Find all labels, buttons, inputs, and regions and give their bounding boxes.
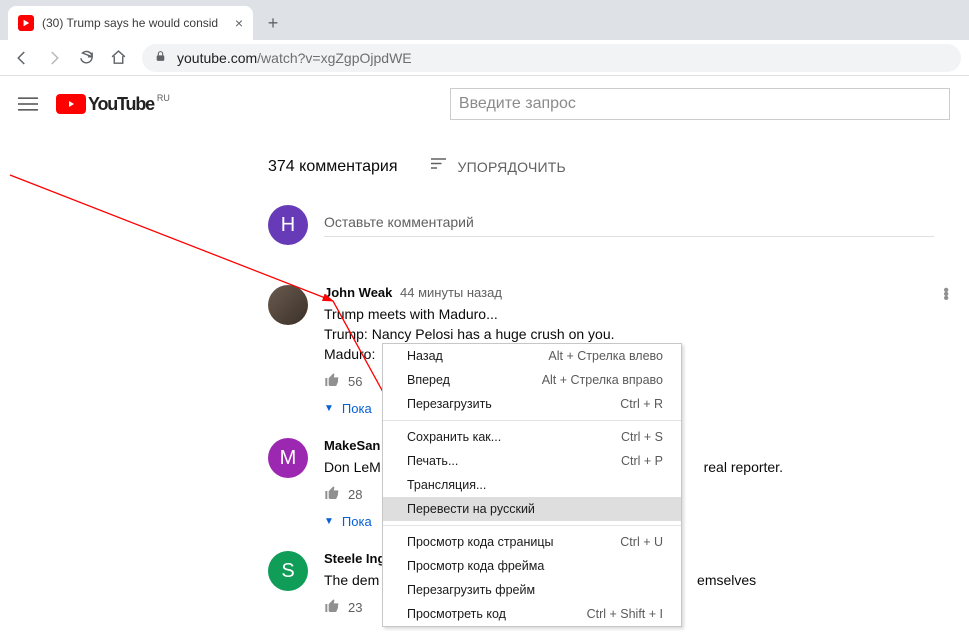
- home-button[interactable]: [104, 44, 132, 72]
- sort-button[interactable]: УПОРЯДОЧИТЬ: [430, 156, 566, 177]
- sort-icon: [430, 156, 450, 177]
- url-domain: youtube.com: [177, 50, 257, 66]
- close-tab-icon[interactable]: ×: [235, 15, 243, 31]
- comment-author[interactable]: MakeSan: [324, 438, 380, 453]
- ctx-viewframe[interactable]: Просмотр кода фрейма: [383, 554, 681, 578]
- context-menu: НазадAlt + Стрелка влево ВпередAlt + Стр…: [382, 343, 682, 627]
- ctx-back[interactable]: НазадAlt + Стрелка влево: [383, 344, 681, 368]
- reload-button[interactable]: [72, 44, 100, 72]
- ctx-inspect[interactable]: Просмотреть кодCtrl + Shift + I: [383, 602, 681, 626]
- sort-label: УПОРЯДОЧИТЬ: [458, 159, 566, 175]
- comments-count: 374 комментария: [268, 158, 398, 176]
- ctx-print[interactable]: Печать...Ctrl + P: [383, 449, 681, 473]
- like-icon[interactable]: [324, 485, 340, 504]
- youtube-logo-icon: [56, 94, 86, 114]
- like-icon[interactable]: [324, 598, 340, 617]
- search-box[interactable]: [450, 88, 950, 120]
- like-count: 28: [348, 487, 362, 502]
- ctx-reloadframe[interactable]: Перезагрузить фрейм: [383, 578, 681, 602]
- forward-button[interactable]: [40, 44, 68, 72]
- ctx-cast[interactable]: Трансляция...: [383, 473, 681, 497]
- menu-button[interactable]: [16, 92, 40, 116]
- comment-author[interactable]: John Weak: [324, 285, 392, 300]
- comment-menu-icon[interactable]: •••: [943, 289, 949, 301]
- browser-tab[interactable]: (30) Trump says he would consid ×: [8, 6, 253, 40]
- commenter-avatar[interactable]: M: [268, 438, 308, 478]
- url-path: /watch?v=xgZgpOjpdWE: [257, 50, 411, 66]
- commenter-avatar[interactable]: S: [268, 551, 308, 591]
- ctx-reload[interactable]: ПерезагрузитьCtrl + R: [383, 392, 681, 416]
- add-comment-input[interactable]: Оставьте комментарий: [324, 214, 934, 237]
- user-avatar[interactable]: Н: [268, 205, 308, 245]
- browser-toolbar: youtube.com/watch?v=xgZgpOjpdWE: [0, 40, 969, 76]
- like-icon[interactable]: [324, 372, 340, 391]
- back-button[interactable]: [8, 44, 36, 72]
- address-bar[interactable]: youtube.com/watch?v=xgZgpOjpdWE: [142, 44, 961, 72]
- new-tab-button[interactable]: +: [259, 9, 287, 37]
- like-count: 56: [348, 374, 362, 389]
- lock-icon: [154, 50, 167, 66]
- chevron-down-icon: ▼: [324, 516, 334, 527]
- tab-title: (30) Trump says he would consid: [42, 16, 229, 30]
- youtube-header: YouTube RU: [0, 76, 969, 132]
- youtube-region: RU: [157, 93, 170, 103]
- ctx-viewsource[interactable]: Просмотр кода страницыCtrl + U: [383, 530, 681, 554]
- youtube-favicon: [18, 15, 34, 31]
- comment-author[interactable]: Steele Ing: [324, 551, 385, 566]
- like-count: 23: [348, 600, 362, 615]
- chevron-down-icon: ▼: [324, 403, 334, 414]
- commenter-avatar[interactable]: [268, 285, 308, 325]
- comment-time[interactable]: 44 минуты назад: [400, 285, 502, 300]
- youtube-logo-text: YouTube: [88, 94, 154, 115]
- youtube-logo[interactable]: YouTube RU: [56, 94, 170, 115]
- ctx-forward[interactable]: ВпередAlt + Стрелка вправо: [383, 368, 681, 392]
- search-input[interactable]: [451, 95, 949, 113]
- browser-tabstrip: (30) Trump says he would consid × +: [0, 0, 969, 40]
- ctx-saveas[interactable]: Сохранить как...Ctrl + S: [383, 425, 681, 449]
- ctx-translate[interactable]: Перевести на русский: [383, 497, 681, 521]
